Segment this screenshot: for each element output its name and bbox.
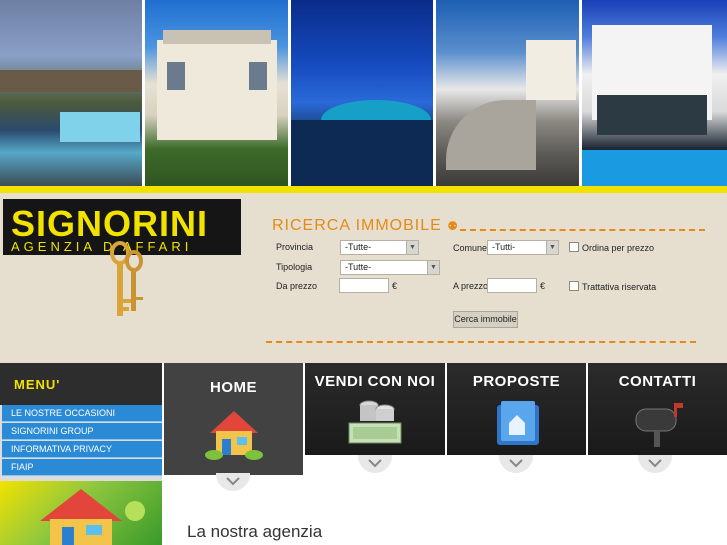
side-menu: LE NOSTRE OCCASIONI SIGNORINI GROUP INFO… (0, 405, 162, 477)
a-prezzo-input[interactable] (487, 278, 537, 293)
navigation: MENU' LE NOSTRE OCCASIONI SIGNORINI GROU… (0, 363, 727, 545)
tipologia-label: Tipologia (276, 262, 313, 272)
menu-item-fiaip[interactable]: FIAIP (2, 459, 162, 476)
tab-proposte-label: PROPOSTE (472, 373, 561, 390)
search-panel: SIGNORINI AGENZIA D'AFFARI RICERCA IMMOB… (0, 193, 727, 363)
chevron-down-icon: ▼ (406, 241, 418, 254)
chevron-down-icon (226, 477, 240, 486)
page: SIGNORINI AGENZIA D'AFFARI RICERCA IMMOB… (0, 0, 727, 545)
a-prezzo-currency: € (540, 281, 546, 291)
yellow-divider (0, 186, 727, 193)
menu-item-privacy[interactable]: INFORMATIVA PRIVACY (2, 441, 162, 458)
da-prezzo-label: Da prezzo (276, 281, 318, 291)
search-title: RICERCA IMMOBILE ⚉ (272, 217, 460, 234)
cerca-immobile-button[interactable]: Cerca immobile (453, 311, 518, 328)
banner-photo-house (145, 0, 288, 186)
bottom-dashed-line (266, 341, 696, 343)
tab-contatti-chevron[interactable] (638, 455, 672, 473)
comune-label: Comune (453, 243, 488, 253)
tipologia-select[interactable]: -Tutte- ▼ (340, 260, 440, 275)
tab-contatti-label: CONTATTI (618, 373, 697, 390)
menu-header: MENU' (0, 363, 162, 405)
key-small-icon: ⚉ (447, 219, 460, 233)
tab-home-label: HOME (210, 379, 257, 396)
trattativa-riservata-label: Trattativa riservata (582, 282, 657, 292)
provincia-select[interactable]: -Tutte- ▼ (340, 240, 419, 255)
promo-house-icon (40, 489, 145, 545)
a-prezzo-label: A prezzo (453, 281, 489, 291)
house-icon (204, 411, 263, 460)
da-prezzo-input[interactable] (339, 278, 389, 293)
chevron-down-icon (648, 459, 662, 468)
folder-icon (496, 401, 539, 445)
mailbox-icon (635, 403, 683, 447)
tab-vendi-con-noi[interactable]: VENDI CON NOI (305, 363, 445, 473)
menu-title: MENU' (14, 377, 61, 392)
banner-photo-stairs (436, 0, 579, 186)
title-dashed-line (460, 229, 705, 231)
tab-proposte[interactable]: PROPOSTE (447, 363, 586, 473)
photo-banner (0, 0, 727, 186)
tab-vendi-label: VENDI CON NOI (314, 373, 436, 390)
chevron-down-icon (509, 459, 523, 468)
comune-select[interactable]: -Tutti- ▼ (487, 240, 559, 255)
tab-home[interactable]: HOME (164, 363, 303, 475)
money-stack-icon (348, 400, 402, 444)
chevron-down-icon: ▼ (546, 241, 558, 254)
tab-vendi-chevron[interactable] (358, 455, 392, 473)
chevron-down-icon (368, 459, 382, 468)
menu-item-occasioni[interactable]: LE NOSTRE OCCASIONI (2, 405, 162, 422)
tab-home-chevron[interactable] (216, 473, 250, 491)
banner-photo-pool-villa (0, 0, 143, 186)
banner-photo-modern-house (581, 0, 727, 186)
banner-photo-palm-pool (290, 0, 434, 186)
chevron-down-icon: ▼ (427, 261, 439, 274)
page-title: La nostra agenzia (187, 522, 323, 541)
provincia-label: Provincia (276, 242, 314, 252)
ordina-prezzo-checkbox[interactable] (569, 242, 579, 252)
keys-icon (110, 241, 143, 316)
promo-house-image[interactable] (0, 481, 162, 545)
tab-contatti[interactable]: CONTATTI (588, 363, 727, 473)
tab-proposte-chevron[interactable] (499, 455, 533, 473)
da-prezzo-currency: € (392, 281, 398, 291)
trattativa-riservata-checkbox[interactable] (569, 281, 579, 291)
menu-item-group[interactable]: SIGNORINI GROUP (2, 423, 162, 440)
ordina-prezzo-label: Ordina per prezzo (582, 243, 655, 253)
